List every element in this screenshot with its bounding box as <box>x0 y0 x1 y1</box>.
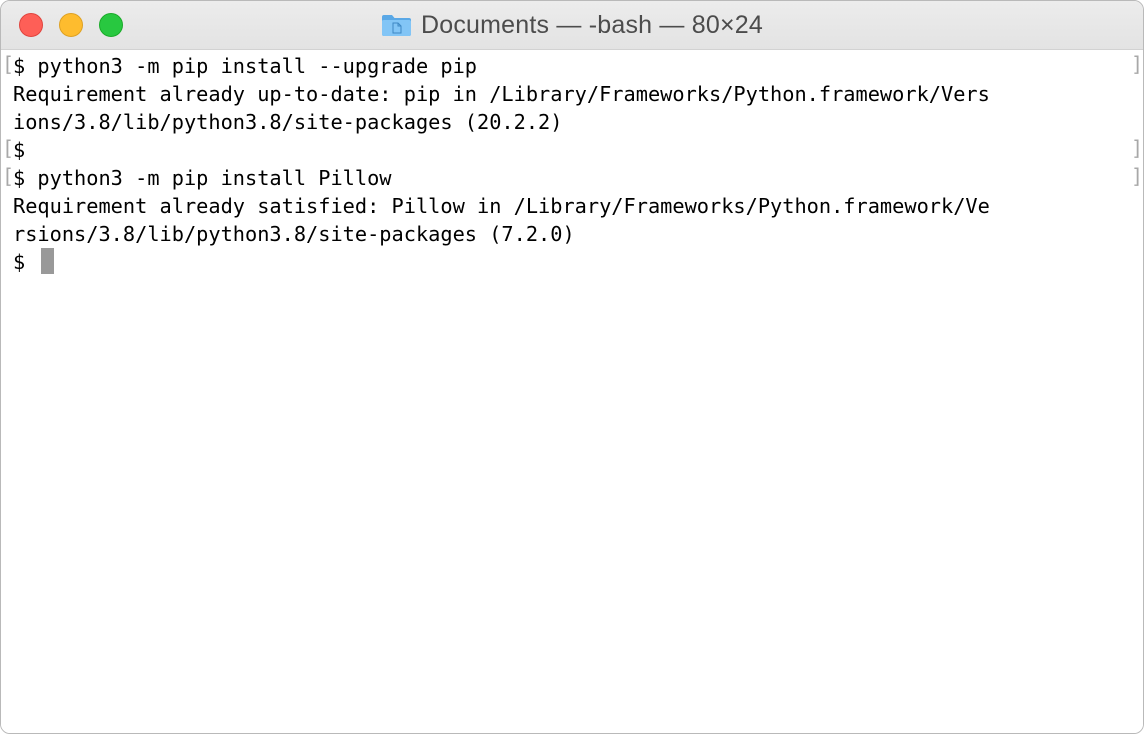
terminal-content[interactable]: [ ] [ ] [ ] $ python3 -m pip install --u… <box>1 50 1143 733</box>
terminal-window: Documents — -bash — 80×24 [ ] [ ] [ ] $ … <box>0 0 1144 734</box>
terminal-line: $ <box>13 138 26 162</box>
terminal-line: Requirement already satisfied: Pillow in… <box>13 194 990 218</box>
folder-icon <box>382 15 411 36</box>
terminal-line: ions/3.8/lib/python3.8/site-packages (20… <box>13 110 563 134</box>
terminal-line: $ python3 -m pip install --upgrade pip <box>13 54 477 78</box>
prompt-mark-close: ] <box>1131 52 1144 76</box>
terminal-line: $ python3 -m pip install Pillow <box>13 166 392 190</box>
window-title-group: Documents — -bash — 80×24 <box>1 1 1143 49</box>
terminal-line: Requirement already up-to-date: pip in /… <box>13 82 990 106</box>
prompt-mark-close: ] <box>1131 164 1144 188</box>
terminal-line: rsions/3.8/lib/python3.8/site-packages (… <box>13 222 575 246</box>
prompt-mark-close: ] <box>1131 136 1144 160</box>
title-bar[interactable]: Documents — -bash — 80×24 <box>1 1 1143 50</box>
text-cursor <box>41 248 54 274</box>
window-title: Documents — -bash — 80×24 <box>421 10 763 39</box>
terminal-line: $ <box>13 250 26 274</box>
